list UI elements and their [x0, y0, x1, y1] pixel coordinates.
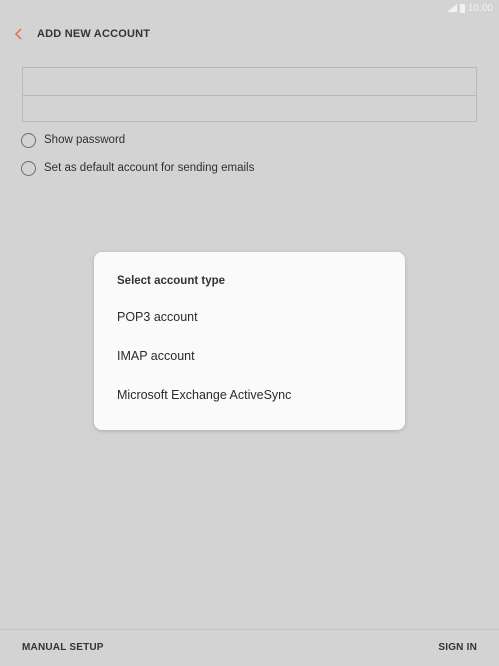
default-account-option[interactable]: Set as default account for sending email…	[21, 159, 254, 177]
show-password-radio[interactable]	[21, 132, 36, 148]
default-account-label: Set as default account for sending email…	[44, 162, 255, 174]
status-time: 10:00	[467, 2, 493, 14]
status-bar: 10:00	[0, 0, 499, 16]
account-type-dialog: Select account type POP3 account IMAP ac…	[94, 252, 405, 430]
dialog-title: Select account type	[117, 275, 226, 287]
sign-in-button[interactable]: SIGN IN	[438, 642, 477, 653]
account-form	[22, 67, 477, 122]
page-title: ADD NEW ACCOUNT	[37, 28, 151, 40]
password-field[interactable]	[23, 95, 476, 122]
show-password-label: Show password	[44, 134, 126, 146]
manual-setup-button[interactable]: MANUAL SETUP	[22, 642, 104, 653]
pop3-account-option[interactable]: POP3 account	[117, 307, 377, 327]
show-password-option[interactable]: Show password	[21, 131, 125, 149]
signal-icon	[446, 4, 457, 12]
bottom-bar: MANUAL SETUP SIGN IN	[0, 629, 499, 666]
imap-account-option[interactable]: IMAP account	[117, 346, 377, 366]
battery-icon	[459, 3, 465, 13]
email-field[interactable]	[23, 68, 476, 95]
default-account-radio[interactable]	[21, 160, 36, 176]
header: ADD NEW ACCOUNT	[0, 22, 499, 46]
exchange-activesync-option[interactable]: Microsoft Exchange ActiveSync	[117, 385, 377, 405]
chevron-left-icon[interactable]	[12, 26, 26, 42]
